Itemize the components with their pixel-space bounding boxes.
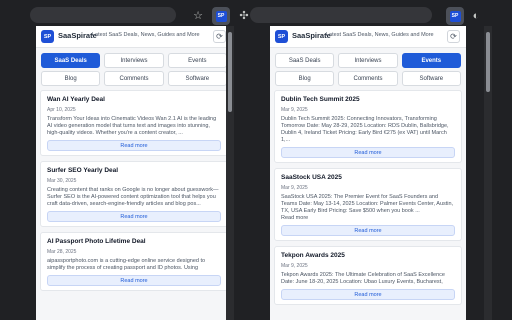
scrollbar-thumb[interactable] (486, 32, 490, 92)
post-title[interactable]: AI Passport Photo Lifetime Deal (47, 238, 221, 245)
saaspirate-popup-deals: SP SaaSpirate Latest SaaS Deals, News, G… (36, 26, 232, 320)
read-more-button[interactable]: Read more (281, 147, 455, 158)
post-list: Wan AI Yearly Deal Apr 10, 2025 Transfor… (36, 90, 232, 291)
post-date: Mar 9, 2025 (281, 107, 308, 113)
post-card: Dublin Tech Summit 2025 Mar 9, 2025 Dubl… (274, 90, 462, 163)
post-title[interactable]: Tekpon Awards 2025 (281, 252, 455, 259)
tab-interviews[interactable]: Interviews (104, 53, 164, 68)
post-card: Surfer SEO Yearly Deal Mar 30, 2025 Crea… (40, 161, 228, 227)
tab-blog[interactable]: Blog (275, 71, 335, 86)
popup-subtitle: Latest SaaS Deals, News, Guides and More (92, 32, 200, 38)
popup-scrollbar[interactable] (226, 26, 234, 320)
post-card: Tekpon Awards 2025 Mar 9, 2025 Tekpon Aw… (274, 246, 462, 305)
saaspirate-popup-events: SP SaaSpirate Latest SaaS Deals, News, G… (270, 26, 466, 320)
category-tabs: SaaS Deals Interviews Events Blog Commen… (36, 48, 232, 90)
saaspirate-logo-icon: SP (449, 10, 461, 22)
tab-comments[interactable]: Comments (104, 71, 164, 86)
refresh-icon[interactable]: ⟳ (213, 30, 226, 43)
popup-title: SaaSpirate (292, 31, 331, 40)
post-excerpt: Tekpon Awards 2025: The Ultimate Celebra… (281, 272, 445, 285)
saaspirate-logo-icon: SP (275, 30, 288, 43)
post-card: SaaStock USA 2025 Mar 9, 2025 SaaStock U… (274, 168, 462, 241)
read-more-button[interactable]: Read more (281, 289, 455, 300)
saaspirate-logo-icon: SP (215, 10, 227, 22)
post-title[interactable]: Surfer SEO Yearly Deal (47, 167, 221, 174)
tab-blog[interactable]: Blog (41, 71, 101, 86)
tab-interviews[interactable]: Interviews (338, 53, 398, 68)
tab-software[interactable]: Software (401, 71, 461, 86)
post-title[interactable]: Dublin Tech Summit 2025 (281, 96, 455, 103)
tab-software[interactable]: Software (167, 71, 227, 86)
post-list: Dublin Tech Summit 2025 Mar 9, 2025 Dubl… (270, 90, 466, 305)
saaspirate-logo-icon: SP (41, 30, 54, 43)
post-excerpt: aipassportphoto.com is a cutting-edge on… (47, 258, 206, 271)
address-bar[interactable] (30, 7, 176, 23)
category-tabs: SaaS Deals Interviews Events Blog Commen… (270, 48, 466, 90)
post-date: Apr 10, 2025 (47, 107, 76, 113)
popup-scrollbar[interactable] (484, 26, 492, 320)
popup-title: SaaSpirate (58, 31, 97, 40)
post-date: Mar 9, 2025 (281, 185, 308, 191)
saaspirate-extension-button[interactable]: SP (446, 7, 464, 25)
post-excerpt: Creating content that ranks on Google is… (47, 187, 219, 207)
post-title[interactable]: SaaStock USA 2025 (281, 174, 455, 181)
post-date: Mar 30, 2025 (47, 178, 77, 184)
address-bar[interactable] (250, 7, 432, 23)
chrome-menu-icon[interactable]: ◐ (468, 8, 484, 24)
popup-header: SP SaaSpirate Latest SaaS Deals, News, G… (270, 26, 466, 48)
tab-events[interactable]: Events (401, 53, 461, 68)
popup-header: SP SaaSpirate Latest SaaS Deals, News, G… (36, 26, 232, 48)
read-more-button[interactable]: Read more (281, 225, 455, 236)
post-excerpt: SaaStock USA 2025: The Premier Event for… (281, 194, 454, 214)
post-title[interactable]: Wan AI Yearly Deal (47, 96, 221, 103)
right-browser-toolbar: ✣ SP ◐ (239, 6, 490, 26)
extensions-puzzle-icon[interactable]: ✣ (236, 8, 252, 24)
tab-events[interactable]: Events (167, 53, 227, 68)
post-date: Mar 9, 2025 (281, 263, 308, 269)
read-more-button[interactable]: Read more (47, 275, 221, 286)
tab-comments[interactable]: Comments (338, 71, 398, 86)
post-excerpt: Transform Your Ideas into Cinematic Vide… (47, 116, 217, 136)
post-card: Wan AI Yearly Deal Apr 10, 2025 Transfor… (40, 90, 228, 156)
scrollbar-thumb[interactable] (228, 32, 232, 112)
post-date: Mar 28, 2025 (47, 249, 77, 255)
refresh-icon[interactable]: ⟳ (447, 30, 460, 43)
saaspirate-extension-button[interactable]: SP (212, 7, 230, 25)
post-card: AI Passport Photo Lifetime Deal Mar 28, … (40, 232, 228, 291)
left-browser-toolbar: ☆ SP (30, 6, 234, 26)
popup-subtitle: Latest SaaS Deals, News, Guides and More (326, 32, 434, 38)
post-excerpt: Dublin Tech Summit 2025: Connecting Inno… (281, 116, 449, 143)
star-icon[interactable]: ☆ (190, 8, 206, 24)
tab-saas-deals[interactable]: SaaS Deals (41, 53, 101, 68)
tab-saas-deals[interactable]: SaaS Deals (275, 53, 335, 68)
read-more-link[interactable]: Read more (281, 215, 455, 222)
read-more-button[interactable]: Read more (47, 211, 221, 222)
read-more-button[interactable]: Read more (47, 140, 221, 151)
